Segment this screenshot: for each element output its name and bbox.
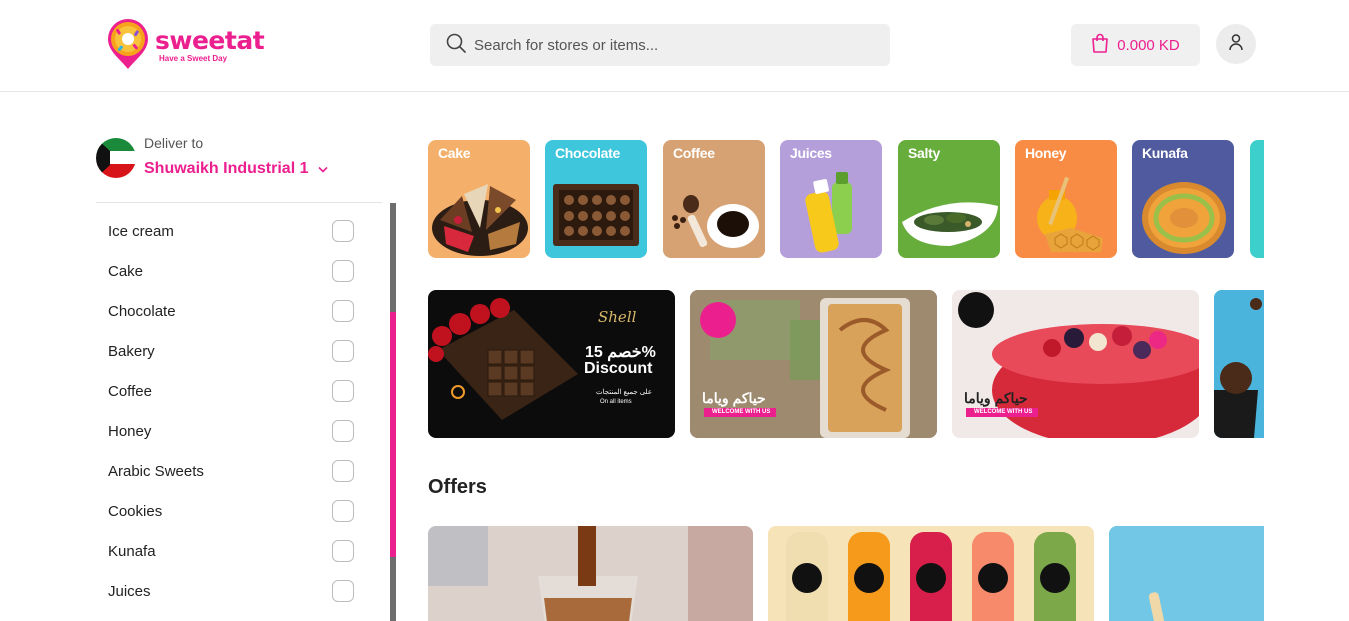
shopping-bag-icon — [1091, 33, 1109, 58]
filter-label: Chocolate — [108, 302, 176, 320]
banner-brand: Shell — [598, 308, 637, 326]
fruit-jelly-image — [952, 290, 1199, 438]
promo-banner-welcome-2[interactable]: حياكم وياما WELCOME WITH US — [952, 290, 1199, 438]
category-carousel: Cake Chocolate Coffee Juices Salty Honey… — [428, 140, 1264, 258]
sidebar-divider — [96, 202, 382, 203]
filter-checkbox[interactable] — [332, 340, 354, 362]
banner-greeting-ar: حياكم وياما — [702, 390, 766, 406]
filter-label: Bakery — [108, 342, 155, 360]
filter-item-honey[interactable]: Honey — [96, 411, 386, 451]
category-tile-honey[interactable]: Honey — [1015, 140, 1117, 258]
sidebar-scrollbar-thumb[interactable] — [390, 312, 396, 557]
filter-label: Cake — [108, 262, 144, 280]
filter-checkbox[interactable] — [332, 580, 354, 602]
search-input[interactable] — [474, 36, 854, 54]
category-tile-more[interactable] — [1250, 140, 1264, 258]
dessert-tray-image — [690, 290, 937, 438]
promo-banner-4[interactable] — [1214, 290, 1264, 438]
filter-item-coffee[interactable]: Coffee — [96, 371, 386, 411]
category-filter-list: Ice cream Cake Chocolate Bakery Coffee H… — [96, 211, 386, 611]
banner-sub-en: On all items — [600, 399, 632, 405]
filter-label: Honey — [108, 422, 152, 440]
filter-label: Cookies — [108, 502, 163, 520]
chevron-down-icon — [318, 160, 329, 178]
banner-greeting-ar: حياكم وياما — [964, 390, 1028, 406]
search-icon — [446, 33, 466, 58]
banner-welcome: WELCOME WITH US — [712, 409, 771, 415]
category-label: Cake — [438, 145, 471, 161]
iced-coffee-image — [428, 526, 753, 621]
filter-item-cake[interactable]: Cake — [96, 251, 386, 291]
banner-sub-ar: على جميع المنتجات — [596, 389, 653, 396]
logo-name: sweetat — [155, 26, 265, 55]
top-header: sweetat Have a Sweet Day 0.000 KD — [0, 0, 1349, 92]
filter-checkbox[interactable] — [332, 460, 354, 482]
filter-checkbox[interactable] — [332, 420, 354, 442]
filter-label: Juices — [108, 582, 151, 600]
deliver-to-label: Deliver to — [144, 135, 204, 151]
filter-item-arabic-sweets[interactable]: Arabic Sweets — [96, 451, 386, 491]
popsicle-image — [1109, 526, 1264, 621]
category-label: Kunafa — [1142, 145, 1188, 161]
offer-card-iced-coffee[interactable] — [428, 526, 753, 621]
filter-label: Kunafa — [108, 542, 156, 560]
logo-tagline: Have a Sweet Day — [159, 54, 228, 63]
ice-cream-image — [1214, 290, 1264, 438]
cart-button[interactable]: 0.000 KD — [1071, 24, 1200, 66]
category-tile-chocolate[interactable]: Chocolate — [545, 140, 647, 258]
filter-checkbox[interactable] — [332, 300, 354, 322]
delivery-location-selector[interactable]: Deliver to Shuwaikh Industrial 1 — [96, 132, 396, 192]
filter-item-juices[interactable]: Juices — [96, 571, 386, 611]
filter-item-bakery[interactable]: Bakery — [96, 331, 386, 371]
offers-carousel — [428, 526, 1264, 621]
filter-checkbox[interactable] — [332, 380, 354, 402]
category-label: Salty — [908, 145, 940, 161]
category-label: Juices — [790, 145, 832, 161]
category-tile-coffee[interactable]: Coffee — [663, 140, 765, 258]
filter-checkbox[interactable] — [332, 540, 354, 562]
filter-label: Coffee — [108, 382, 152, 400]
filter-item-chocolate[interactable]: Chocolate — [96, 291, 386, 331]
delivery-location[interactable]: Shuwaikh Industrial 1 — [144, 160, 329, 178]
filter-label: Ice cream — [108, 222, 174, 240]
offers-section-title: Offers — [428, 476, 487, 498]
promo-banner-carousel: Shell خصم 15% Discount على جميع المنتجات… — [428, 290, 1264, 438]
promo-banner-welcome-1[interactable]: حياكم وياما WELCOME WITH US — [690, 290, 937, 438]
banner-discount-ar: خصم 15% — [585, 344, 656, 361]
filter-checkbox[interactable] — [332, 220, 354, 242]
category-label: Chocolate — [555, 145, 620, 161]
filter-checkbox[interactable] — [332, 260, 354, 282]
filter-item-ice-cream[interactable]: Ice cream — [96, 211, 386, 251]
category-label: Honey — [1025, 145, 1067, 161]
category-tile-salty[interactable]: Salty — [898, 140, 1000, 258]
filter-item-kunafa[interactable]: Kunafa — [96, 531, 386, 571]
kuwait-flag-icon — [96, 138, 136, 178]
promo-banner-shell[interactable]: Shell خصم 15% Discount على جميع المنتجات… — [428, 290, 675, 438]
banner-discount-en: Discount — [584, 360, 653, 377]
category-tile-cake[interactable]: Cake — [428, 140, 530, 258]
delivery-location-text: Shuwaikh Industrial 1 — [144, 160, 309, 177]
category-tile-kunafa[interactable]: Kunafa — [1132, 140, 1234, 258]
filter-label: Arabic Sweets — [108, 462, 204, 480]
category-tile-juices[interactable]: Juices — [780, 140, 882, 258]
juice-bottles-offer-image — [768, 526, 1094, 621]
search-bar[interactable] — [430, 24, 890, 66]
offer-card-popsicle[interactable] — [1109, 526, 1264, 621]
banner-welcome: WELCOME WITH US — [974, 409, 1033, 415]
category-label: Coffee — [673, 145, 715, 161]
donut-pin-logo-icon — [105, 19, 151, 71]
filter-checkbox[interactable] — [332, 500, 354, 522]
offer-card-juice-bottles[interactable] — [768, 526, 1094, 621]
cart-total: 0.000 KD — [1117, 36, 1180, 54]
sweetat-logo[interactable]: sweetat Have a Sweet Day — [105, 17, 265, 73]
user-icon — [1227, 33, 1245, 56]
user-account-button[interactable] — [1216, 24, 1256, 64]
filter-item-cookies[interactable]: Cookies — [96, 491, 386, 531]
